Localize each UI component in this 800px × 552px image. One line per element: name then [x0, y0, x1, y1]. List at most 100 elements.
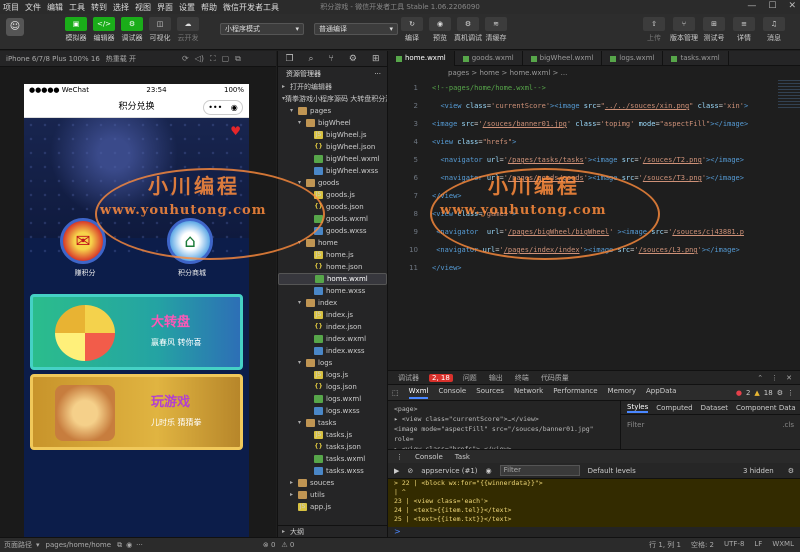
status-item[interactable]: 行 1, 列 1	[649, 540, 681, 550]
code-line[interactable]: <view class="hrefs">	[432, 138, 516, 146]
search-icon[interactable]: ⌕	[309, 54, 314, 64]
mode-select[interactable]: 小程序模式 ▾	[220, 23, 304, 35]
screenshot-icon[interactable]: ▢	[222, 54, 230, 63]
capsule-button[interactable]: ••• ◉	[203, 100, 243, 115]
minimize-icon[interactable]: —	[747, 1, 756, 11]
close-icon[interactable]: ✕	[786, 374, 792, 382]
more-icon[interactable]: ⋮	[771, 374, 778, 382]
fullscreen-icon[interactable]: ⛶	[210, 54, 216, 64]
error-icon[interactable]: ⊗ 0	[263, 541, 276, 549]
status-item[interactable]: UTF-8	[724, 540, 744, 550]
menu-item[interactable]: 微信开发者工具	[220, 2, 282, 13]
compile-select[interactable]: 普通编译 ▾	[314, 23, 398, 35]
file-item[interactable]: JS logs.js	[278, 369, 387, 381]
sidebar-icon[interactable]: ▶	[394, 467, 399, 475]
exit-icon[interactable]: ◉	[231, 103, 238, 112]
editor-tab[interactable]: logs.wxml	[602, 51, 664, 66]
styles-tab[interactable]: Styles	[627, 403, 649, 413]
menu-item[interactable]: 项目	[0, 2, 22, 13]
menu-item[interactable]: 工具	[66, 2, 88, 13]
file-item[interactable]: index.wxml	[278, 333, 387, 345]
menu-item[interactable]: 帮助	[198, 2, 220, 13]
toolbar-button[interactable]: ≋ 清缓存	[482, 17, 510, 43]
settings-icon[interactable]: ⚙	[777, 389, 783, 397]
debugger-tab[interactable]: 输出	[489, 373, 503, 383]
toolbar-button[interactable]: ⑂ 版本管理	[670, 17, 698, 43]
wxml-tree[interactable]: <page> ▸ <view class="currentScore">…</v…	[388, 401, 618, 449]
file-item[interactable]: JS home.js	[278, 249, 387, 261]
eye-icon[interactable]: ◉	[126, 541, 132, 549]
file-item[interactable]: {} bigWheel.json	[278, 141, 387, 153]
devtools-tab[interactable]: Wxml	[408, 387, 429, 399]
console-tab[interactable]: Console	[415, 453, 443, 461]
file-item[interactable]: JS tasks.js	[278, 429, 387, 441]
menu-item[interactable]: 设置	[176, 2, 198, 13]
editor-tab[interactable]: home.wxml	[388, 51, 455, 66]
file-item[interactable]: tasks.wxml	[278, 453, 387, 465]
status-item[interactable]: 空格: 2	[691, 540, 714, 550]
debugger-tab[interactable]: 代码质量	[541, 373, 569, 383]
toolbar-button[interactable]: ⚙ 真机调试	[454, 17, 482, 43]
console-tab[interactable]: Task	[455, 453, 470, 461]
toolbar-button[interactable]: </> 编辑器	[90, 17, 118, 43]
warning-icon[interactable]: ⚠ 0	[281, 541, 294, 549]
menu-item[interactable]: 文件	[22, 2, 44, 13]
minimap[interactable]	[778, 80, 800, 110]
toolbar-button[interactable]: ▣ 模拟器	[62, 17, 90, 43]
toolbar-button[interactable]: ⇧ 上传	[640, 17, 668, 43]
wxml-node[interactable]: ▸ <view class="currentScore">…</view>	[394, 414, 612, 424]
file-item[interactable]: JS app.js	[278, 501, 387, 513]
editor-tab[interactable]: goods.wxml	[455, 51, 523, 66]
file-item[interactable]: JS index.js	[278, 309, 387, 321]
devtools-tab[interactable]: Memory	[608, 387, 636, 399]
devtools-tab[interactable]: AppData	[646, 387, 676, 399]
toolbar-button[interactable]: ⊞ 测试号	[700, 17, 728, 43]
folder-item[interactable]: ▾ logs	[278, 357, 387, 369]
file-item[interactable]: {} home.json	[278, 261, 387, 273]
folder-item[interactable]: ▾ pages	[278, 105, 387, 117]
play-game-card[interactable]: 玩游戏 儿时乐 猜猜拳	[30, 374, 243, 450]
file-item[interactable]: index.wxss	[278, 345, 387, 357]
more-icon[interactable]: •••	[208, 103, 222, 112]
file-item[interactable]: JS bigWheel.js	[278, 129, 387, 141]
toolbar-button[interactable]: ↻ 编译	[398, 17, 426, 43]
styles-tab[interactable]: Component Data	[736, 404, 796, 412]
styles-tab[interactable]: Computed	[656, 404, 692, 412]
folder-item[interactable]: ▸ utils	[278, 489, 387, 501]
more-icon[interactable]: ⋮	[396, 453, 403, 461]
clear-icon[interactable]: ⊘	[407, 467, 413, 475]
settings-icon[interactable]: ⚙	[788, 467, 794, 475]
inspect-icon[interactable]: ⬚	[392, 389, 399, 397]
project-section[interactable]: ▾ 猜拳游戏小程序源码 大转盘积分游...	[278, 93, 387, 105]
file-item[interactable]: bigWheel.wxml	[278, 153, 387, 165]
toolbar-button[interactable]: ♫ 消息	[760, 17, 788, 43]
folder-item[interactable]: ▾ index	[278, 297, 387, 309]
menu-item[interactable]: 选择	[110, 2, 132, 13]
file-item[interactable]: tasks.wxss	[278, 465, 387, 477]
page-path-label[interactable]: 页面路径	[4, 540, 32, 550]
editor-tab[interactable]: bigWheel.wxml	[523, 51, 603, 66]
more-icon[interactable]: ···	[136, 541, 143, 549]
code-line[interactable]: <image src='/souces/banner01.jpg' class=…	[432, 120, 748, 128]
menu-item[interactable]: 转到	[88, 2, 110, 13]
copy-icon[interactable]: ⧉	[117, 541, 122, 550]
outline-section[interactable]: ▸ 大纲	[278, 525, 387, 537]
menu-item[interactable]: 界面	[154, 2, 176, 13]
styles-filter[interactable]: Filter .cls	[621, 415, 800, 435]
source-control-icon[interactable]: ⑂	[329, 54, 334, 64]
wxml-node[interactable]: <image mode="aspectFill" src="/souces/ba…	[394, 424, 612, 444]
open-editors-section[interactable]: ▸ 打开的编辑器	[278, 81, 387, 93]
avatar[interactable]: ☺	[6, 18, 24, 36]
toolbar-button[interactable]: ⚙ 调试器	[118, 17, 146, 43]
cls-toggle[interactable]: .cls	[782, 421, 794, 429]
folder-item[interactable]: ▸ souces	[278, 477, 387, 489]
console-filter-input[interactable]: Filter	[499, 465, 580, 476]
status-item[interactable]: LF	[754, 540, 762, 550]
code-line[interactable]: <navigator url='/pages/tasks/tasks'><ima…	[432, 156, 744, 164]
page-path-value[interactable]: pages/home/home	[46, 541, 112, 549]
code-line[interactable]: <!--pages/home/home.wxml-->	[432, 84, 546, 92]
extensions-icon[interactable]: ⊞	[372, 54, 380, 64]
folder-item[interactable]: ▾ bigWheel	[278, 117, 387, 129]
folder-item[interactable]: ▾ tasks	[278, 417, 387, 429]
file-item[interactable]: logs.wxss	[278, 405, 387, 417]
